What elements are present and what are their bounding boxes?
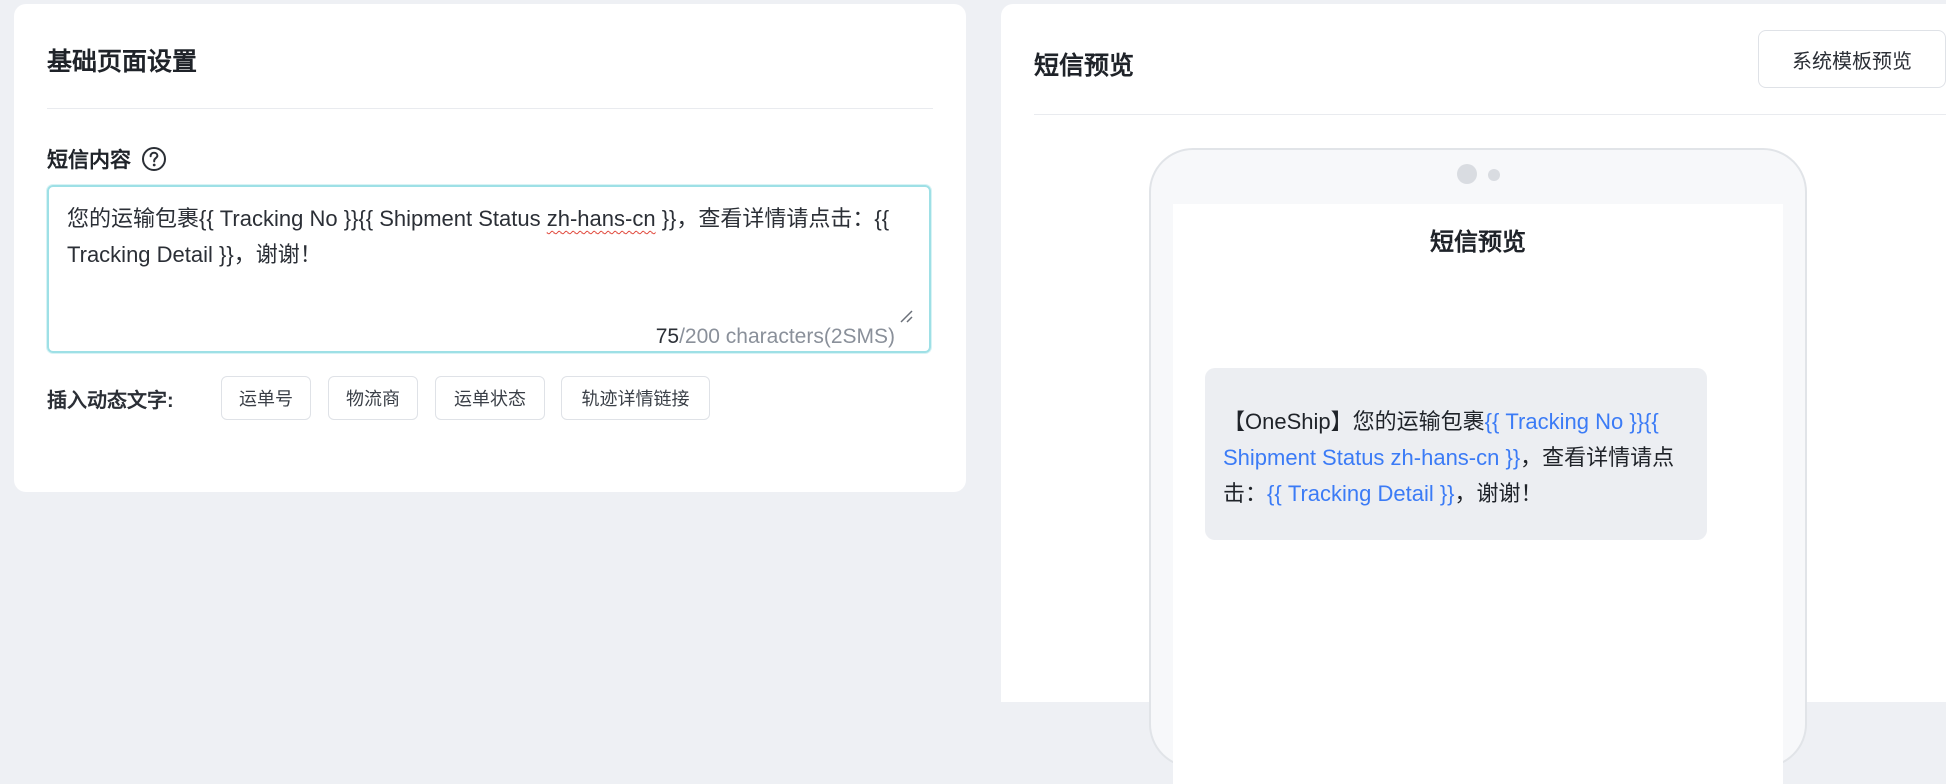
system-template-preview-button[interactable]: 系统模板预览	[1758, 30, 1946, 88]
sms-content-value: 您的运输包裹{{ Tracking No }}{{ Shipment Statu…	[67, 201, 907, 273]
divider	[47, 108, 933, 109]
sms-content-value-part: 您的运输包裹{{ Tracking No }}{{ Shipment Statu…	[67, 206, 547, 231]
insert-chip-tracking-no[interactable]: 运单号	[221, 376, 311, 420]
phone-camera-icon	[1457, 164, 1477, 184]
character-count-limit: /200 characters(2SMS)	[679, 325, 895, 348]
message-variable: {{ Tracking Detail }}	[1267, 481, 1455, 506]
section-title: 基础页面设置	[47, 48, 198, 76]
insert-chip-shipment-status[interactable]: 运单状态	[435, 376, 545, 420]
divider	[1034, 114, 1946, 115]
sms-message-bubble: 【OneShip】您的运输包裹{{ Tracking No }}{{ Shipm…	[1205, 368, 1707, 540]
sms-preview-card: 短信预览 系统模板预览 短信预览 【OneShip】您的运输包裹{{ Track…	[1001, 4, 1946, 784]
insert-dynamic-text-label: 插入动态文字:	[47, 390, 174, 412]
sms-content-label-text: 短信内容	[47, 149, 131, 172]
character-count-current: 75	[655, 325, 680, 348]
sms-content-label: 短信内容	[47, 144, 167, 174]
insert-chip-carrier[interactable]: 物流商	[328, 376, 418, 420]
spellcheck-flagged-word: zh-hans-cn	[546, 206, 656, 231]
phone-screen: 短信预览 【OneShip】您的运输包裹{{ Tracking No }}{{ …	[1173, 204, 1783, 784]
phone-sensor-icon	[1488, 169, 1500, 181]
preview-title: 短信预览	[1034, 52, 1135, 80]
phone-screen-title: 短信预览	[1430, 229, 1526, 256]
question-circle-icon[interactable]	[141, 146, 167, 172]
basic-settings-card: 基础页面设置 短信内容 您的运输包裹{{ Tracking No }}{{ Sh…	[14, 4, 966, 492]
sms-content-textarea[interactable]: 您的运输包裹{{ Tracking No }}{{ Shipment Statu…	[47, 185, 931, 353]
resize-grip-icon[interactable]	[899, 309, 913, 323]
message-text: 【OneShip】您的运输包裹	[1223, 409, 1485, 434]
message-text: ，谢谢！	[1454, 481, 1543, 506]
phone-mockup: 短信预览 【OneShip】您的运输包裹{{ Tracking No }}{{ …	[1149, 148, 1807, 784]
insert-chip-tracking-detail-link[interactable]: 轨迹详情链接	[561, 376, 710, 420]
character-counter: 75/200 characters(2SMS)	[656, 325, 895, 349]
